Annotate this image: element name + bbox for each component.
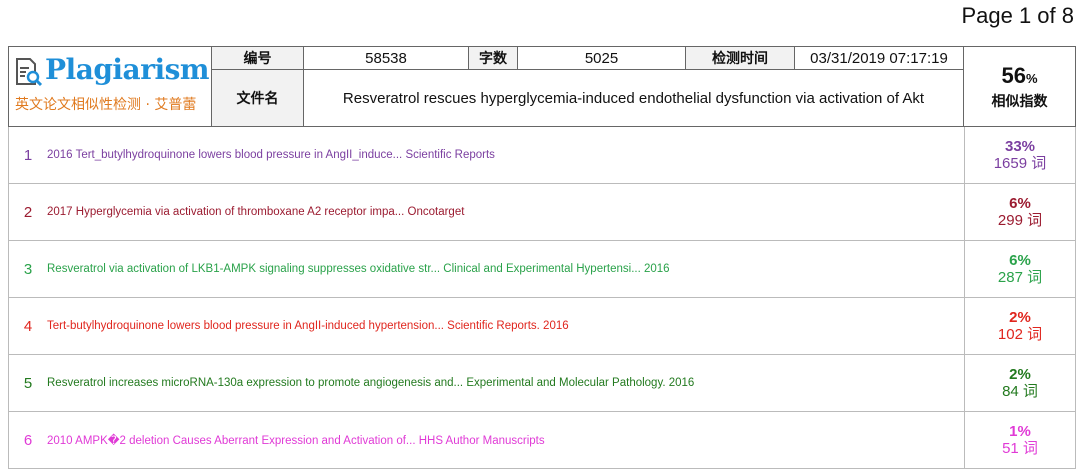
source-words: 299 词 — [997, 211, 1043, 229]
source-words: 287 词 — [997, 268, 1043, 286]
source-title[interactable]: 2010 AMPK�2 deletion Causes Aberrant Exp… — [47, 433, 1075, 447]
source-percent: 33% — [1004, 137, 1036, 155]
similarity-score: 56% 相似指数 — [964, 47, 1075, 126]
source-row[interactable]: 6 2010 AMPK�2 deletion Causes Aberrant E… — [8, 412, 1076, 469]
source-words: 102 词 — [997, 325, 1043, 343]
words-value: 5025 — [518, 47, 686, 70]
source-row[interactable]: 1 2016 Tert_butylhydroquinone lowers blo… — [8, 127, 1076, 184]
id-value: 58538 — [304, 47, 469, 70]
source-row[interactable]: 4 Tert-butylhydroquinone lowers blood pr… — [8, 298, 1076, 355]
document-search-icon — [16, 58, 43, 87]
source-percent: 6% — [1009, 194, 1031, 212]
source-words: 84 词 — [1002, 382, 1038, 400]
source-stat: 1% 51 词 — [964, 412, 1075, 468]
source-index: 4 — [23, 317, 33, 335]
source-row[interactable]: 3 Resveratrol via activation of LKB1-AMP… — [8, 241, 1076, 298]
source-percent: 2% — [1009, 365, 1031, 383]
logo: Plagiarism 英文论文相似性检测 · 艾普蕾 — [9, 47, 212, 126]
source-index: 6 — [23, 431, 33, 449]
source-row[interactable]: 5 Resveratrol increases microRNA-130a ex… — [8, 355, 1076, 412]
source-title[interactable]: Resveratrol via activation of LKB1-AMPK … — [47, 263, 1075, 275]
source-stat: 2% 84 词 — [964, 355, 1075, 411]
report-header: Plagiarism 英文论文相似性检测 · 艾普蕾 编号 58538 字数 5… — [8, 46, 1076, 127]
source-index: 2 — [23, 203, 33, 221]
similarity-label: 相似指数 — [991, 93, 1048, 110]
page-indicator: Page 1 of 8 — [961, 3, 1074, 28]
source-title[interactable]: Resveratrol increases microRNA-130a expr… — [47, 377, 1075, 389]
logo-name: Plagiarism — [45, 53, 209, 86]
source-words: 51 词 — [1002, 439, 1038, 457]
source-percent: 1% — [1009, 422, 1031, 440]
id-label: 编号 — [212, 47, 304, 70]
source-index: 5 — [23, 374, 33, 392]
time-value: 03/31/2019 07:17:19 — [795, 47, 964, 70]
words-label: 字数 — [469, 47, 518, 70]
source-stat: 6% 299 词 — [964, 184, 1075, 240]
source-stat: 2% 102 词 — [964, 298, 1075, 354]
source-title[interactable]: 2017 Hyperglycemia via activation of thr… — [47, 206, 1075, 218]
similarity-unit: % — [1025, 70, 1038, 86]
source-list: 1 2016 Tert_butylhydroquinone lowers blo… — [8, 127, 1076, 469]
source-index: 1 — [23, 146, 33, 164]
source-stat: 6% 287 词 — [964, 241, 1075, 297]
logo-subtitle: 英文论文相似性检测 · 艾普蕾 — [15, 97, 197, 113]
source-words: 1659 词 — [993, 154, 1047, 172]
time-label: 检测时间 — [686, 47, 795, 70]
source-index: 3 — [23, 260, 33, 278]
similarity-value: 56 — [1001, 62, 1026, 88]
source-title[interactable]: Tert-butylhydroquinone lowers blood pres… — [47, 320, 1075, 332]
source-stat: 33% 1659 词 — [964, 127, 1075, 183]
source-title[interactable]: 2016 Tert_butylhydroquinone lowers blood… — [47, 149, 1075, 161]
source-row[interactable]: 2 2017 Hyperglycemia via activation of t… — [8, 184, 1076, 241]
source-percent: 6% — [1009, 251, 1031, 269]
source-percent: 2% — [1009, 308, 1031, 326]
file-value: Resveratrol rescues hyperglycemia-induce… — [304, 70, 964, 126]
file-label: 文件名 — [212, 70, 304, 126]
